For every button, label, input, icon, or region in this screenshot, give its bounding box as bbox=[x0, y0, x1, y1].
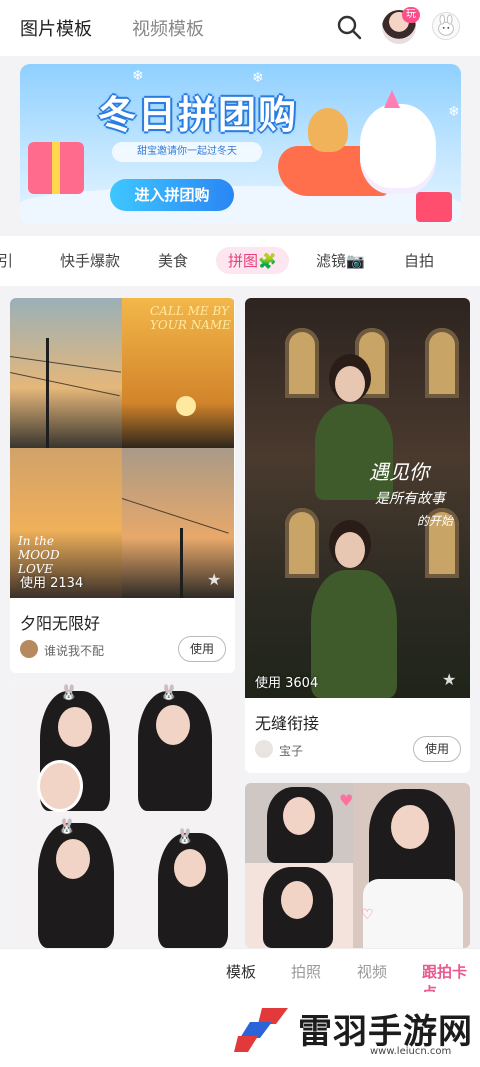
category-tabs: 引 快手爆款 美食 拼图🧩 滤镜📷 自拍 bbox=[0, 236, 480, 286]
art-caption: 是所有故事 bbox=[375, 491, 445, 507]
mascot-icon[interactable] bbox=[432, 12, 460, 40]
utility-pole bbox=[180, 528, 183, 598]
brand-logo bbox=[234, 1008, 288, 1052]
template-card[interactable]: 遇见你 是所有故事 的开始 使用 3604 ★ 无缝衔接 宝子 使用 bbox=[245, 298, 470, 773]
usage-count: 使用 3604 bbox=[255, 676, 319, 691]
nav-photo[interactable]: 拍照 bbox=[291, 961, 321, 982]
category-collage[interactable]: 拼图🧩 bbox=[216, 247, 289, 274]
template-title: 无缝衔接 bbox=[255, 714, 320, 733]
author-avatar bbox=[255, 740, 273, 758]
template-card[interactable]: 🐰 🐰 🐰 🐰 bbox=[10, 683, 235, 948]
use-template-button[interactable]: 使用 bbox=[413, 736, 461, 762]
enter-group-buy-button[interactable]: 进入拼团购 bbox=[110, 179, 234, 211]
person-face bbox=[174, 849, 206, 887]
star-icon[interactable]: ★ bbox=[442, 670, 456, 689]
banner-title: 冬日拼团购 bbox=[98, 93, 299, 137]
person-head bbox=[335, 532, 365, 568]
author-name: 宝子 bbox=[279, 744, 304, 758]
promo-banner[interactable]: ❄ ❄ ❄ 冬日拼团购 甜宝邀请你一起过冬天 进入拼团购 bbox=[20, 64, 461, 224]
star-icon[interactable]: ★ bbox=[207, 570, 221, 589]
person-face bbox=[391, 805, 429, 849]
person-face bbox=[281, 881, 313, 919]
circle-portrait bbox=[40, 763, 80, 809]
unicorn-mascot bbox=[360, 90, 436, 194]
tab-video-templates[interactable]: 视频模板 bbox=[132, 15, 204, 41]
play-badge: 玩 bbox=[402, 7, 420, 23]
gift-box-decoration bbox=[28, 142, 84, 194]
template-thumbnail[interactable]: 遇见你 是所有故事 的开始 使用 3604 ★ bbox=[245, 298, 470, 698]
nav-templates[interactable]: 模板 bbox=[226, 961, 256, 982]
bottom-nav: 模板 拍照 视频 跟拍卡点 bbox=[0, 948, 480, 1002]
author-name: 谁说我不配 bbox=[44, 644, 105, 658]
category-filter[interactable]: 滤镜📷 bbox=[316, 250, 365, 271]
template-title: 夕阳无限好 bbox=[20, 614, 101, 633]
person-face bbox=[156, 705, 190, 745]
bunny-ears-sticker: 🐰 bbox=[58, 819, 76, 835]
usage-count: 使用 2134 bbox=[20, 576, 84, 591]
bunny-ears-sticker: 🐰 bbox=[60, 685, 78, 701]
person-figure bbox=[315, 404, 393, 500]
art-caption: 的开始 bbox=[417, 514, 454, 528]
arch-window bbox=[425, 328, 459, 398]
arch-window bbox=[285, 328, 319, 398]
author-avatar bbox=[20, 640, 38, 658]
person-figure bbox=[311, 570, 397, 698]
art-caption: In the MOOD LOVE bbox=[18, 534, 60, 576]
category-selfie[interactable]: 自拍 bbox=[404, 250, 434, 271]
use-template-button[interactable]: 使用 bbox=[178, 636, 226, 662]
person-face bbox=[283, 797, 315, 835]
bunny-ears-sticker: 🐰 bbox=[160, 685, 178, 701]
category-partial[interactable]: 引 bbox=[0, 250, 13, 271]
template-thumbnail[interactable]: CALL ME BY YOUR NAME In the MOOD LOVE 使用… bbox=[10, 298, 235, 598]
template-thumbnail[interactable]: ♥ ♡ bbox=[245, 783, 470, 948]
category-kuaishou-hot[interactable]: 快手爆款 bbox=[60, 250, 120, 271]
nav-video[interactable]: 视频 bbox=[357, 961, 387, 982]
art-caption: CALL ME BY YOUR NAME bbox=[150, 304, 231, 332]
arch-window bbox=[285, 508, 319, 578]
snowflake-icon: ❄ bbox=[132, 68, 144, 84]
person-face bbox=[56, 839, 90, 879]
sunset-photo bbox=[10, 298, 122, 448]
utility-pole bbox=[46, 338, 49, 448]
art-caption: 遇见你 bbox=[369, 460, 429, 484]
search-icon[interactable] bbox=[336, 14, 362, 40]
brand-url: www.leiucn.com bbox=[370, 1046, 452, 1057]
template-card[interactable]: ♥ ♡ bbox=[245, 783, 470, 948]
heart-icon: ♡ bbox=[361, 907, 374, 923]
tab-image-templates[interactable]: 图片模板 bbox=[20, 15, 92, 41]
person-head bbox=[335, 366, 365, 402]
heart-icon: ♥ bbox=[339, 791, 354, 810]
template-thumbnail[interactable]: 🐰 🐰 🐰 🐰 bbox=[10, 683, 235, 948]
template-card[interactable]: CALL ME BY YOUR NAME In the MOOD LOVE 使用… bbox=[10, 298, 235, 673]
bunny-ears-sticker: 🐰 bbox=[176, 829, 194, 845]
top-bar: 图片模板 视频模板 玩 bbox=[0, 0, 480, 56]
sun bbox=[176, 396, 196, 416]
gift-box-decoration bbox=[416, 192, 452, 222]
person-face bbox=[58, 707, 92, 747]
banner-subtitle: 甜宝邀请你一起过冬天 bbox=[112, 142, 262, 162]
category-food[interactable]: 美食 bbox=[158, 250, 188, 271]
hoodie bbox=[363, 879, 463, 948]
shiba-mascot bbox=[308, 108, 348, 152]
snowflake-icon: ❄ bbox=[448, 104, 460, 120]
